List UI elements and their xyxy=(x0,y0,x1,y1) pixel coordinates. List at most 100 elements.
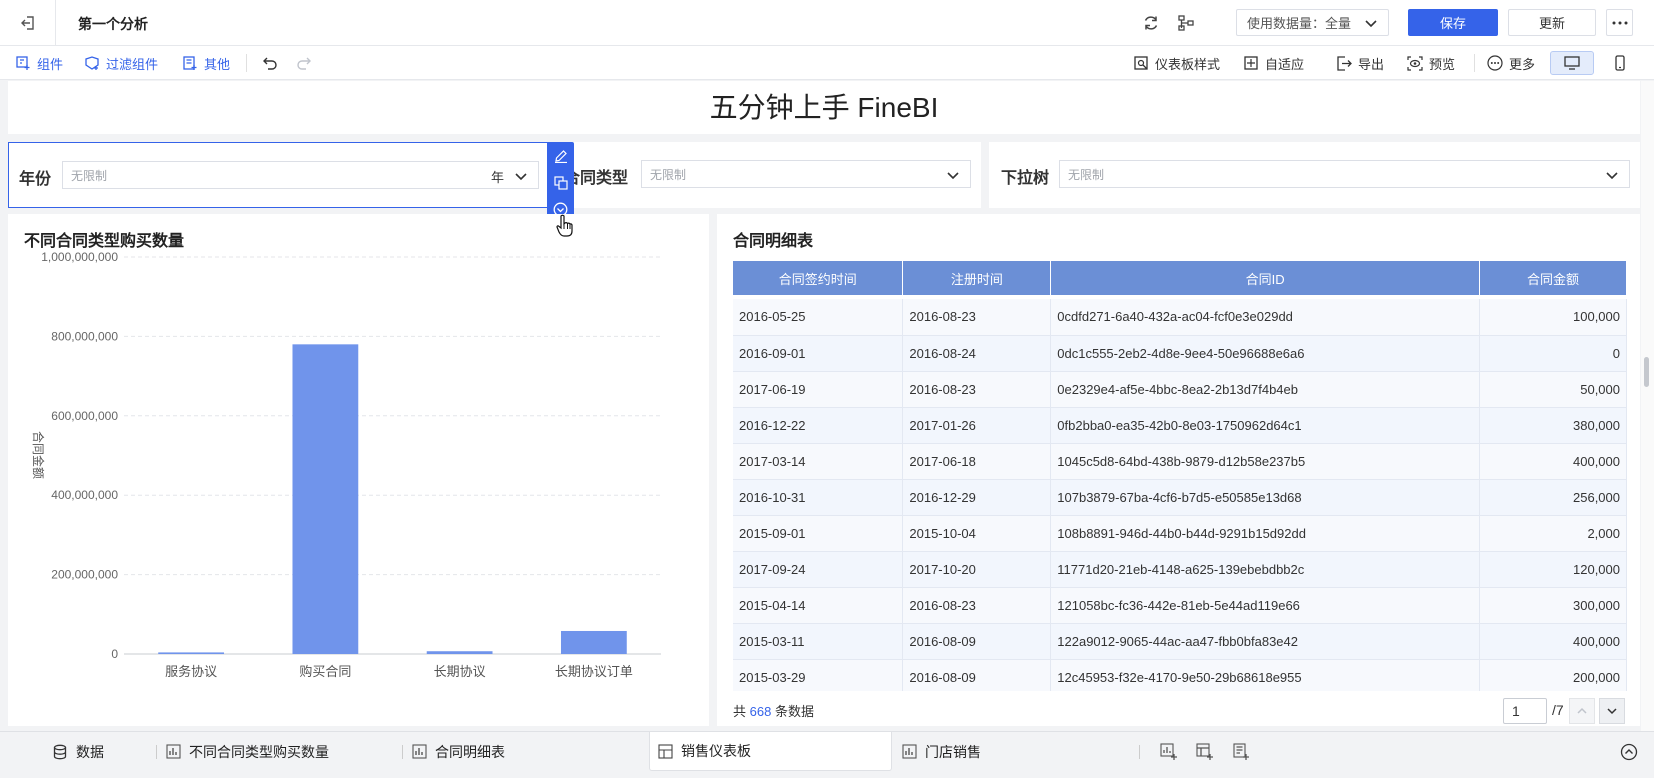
dashboard-style-label: 仪表板样式 xyxy=(1155,56,1221,72)
tab-bar-chart[interactable]: 不同合同类型购买数量 xyxy=(166,732,329,771)
undo-button[interactable] xyxy=(262,46,278,80)
add-chart-icon xyxy=(1160,742,1177,760)
table-row[interactable]: 2015-09-01 2015-10-04 108b8891-946d-44b0-b… xyxy=(733,515,1627,552)
dashboard-title-panel: 五分钟上手 FineBI xyxy=(8,81,1640,134)
column-header-contract-amount[interactable]: 合同金额 xyxy=(1479,261,1627,295)
cell-sign-date: 2016-09-01 xyxy=(733,335,904,372)
toolbar-divider xyxy=(246,54,247,72)
edit-component-button[interactable] xyxy=(551,146,570,165)
cell-register-date: 2016-08-23 xyxy=(902,299,1052,336)
table-row[interactable]: 2016-12-22 2017-01-26 0fb2bba0-ea35-42b0-8… xyxy=(733,407,1627,444)
more-options-button[interactable] xyxy=(1606,9,1633,36)
add-report-tab-button[interactable] xyxy=(1232,732,1250,771)
cell-register-date: 2017-01-26 xyxy=(902,407,1052,444)
add-other-button[interactable]: 其他 xyxy=(183,46,230,80)
component-label: 组件 xyxy=(37,56,64,72)
exit-button[interactable] xyxy=(0,0,56,46)
refresh-button[interactable] xyxy=(1140,12,1162,34)
adaptive-button[interactable]: 自适应 xyxy=(1244,46,1304,80)
cell-sign-date: 2015-09-01 xyxy=(733,515,904,552)
table-row[interactable]: 2016-10-31 2016-12-29 107b3879-67ba-4cf6-b… xyxy=(733,479,1627,516)
column-header-contract-id[interactable]: 合同ID xyxy=(1050,261,1481,295)
export-button[interactable]: 导出 xyxy=(1337,46,1384,80)
table-row[interactable]: 2015-03-11 2016-08-09 122a9012-9065-44ac-a… xyxy=(733,623,1627,660)
column-header-register-date[interactable]: 注册时间 xyxy=(902,261,1052,295)
cell-contract-amount: 200,000 xyxy=(1479,659,1627,691)
bar[interactable] xyxy=(292,344,359,654)
cell-contract-id: 1045c5d8-64bd-438b-9879-d12b58e237b5 xyxy=(1050,443,1481,480)
mobile-view-button[interactable] xyxy=(1608,51,1632,75)
cell-register-date: 2016-08-09 xyxy=(902,659,1052,691)
preview-button[interactable]: 预览 xyxy=(1407,46,1455,80)
contract-type-filter-input[interactable]: 无限制 xyxy=(641,160,971,188)
bar-chart-panel[interactable]: 不同合同类型购买数量 0 200,000,000 400,000,000 600,00… xyxy=(8,214,709,726)
cell-contract-id: 0dc1c555-2eb2-4d8e-9ee4-50e96688e6a6 xyxy=(1050,335,1481,372)
add-component-button[interactable]: 组件 xyxy=(16,46,63,80)
tab-store-sales[interactable]: 门店销售 xyxy=(902,732,981,771)
data-amount-label: 使用数据量：全量 xyxy=(1247,16,1352,31)
footer-prefix: 共 xyxy=(733,704,747,719)
table-row[interactable]: 2015-03-29 2016-08-09 12c45953-f32e-4170-9… xyxy=(733,659,1627,691)
cell-register-date: 2016-08-09 xyxy=(902,623,1052,660)
tab-contract-detail-label: 合同明细表 xyxy=(435,743,505,760)
bar[interactable] xyxy=(158,652,225,654)
scrollbar-thumb[interactable] xyxy=(1644,357,1649,387)
tab-contract-detail[interactable]: 合同明细表 xyxy=(412,732,505,771)
update-button[interactable]: 更新 xyxy=(1508,9,1596,36)
add-dashboard-tab-button[interactable] xyxy=(1196,732,1214,771)
table-row[interactable]: 2017-06-19 2016-08-23 0e2329e4-af5e-4bbc-8… xyxy=(733,371,1627,408)
year-filter-input[interactable]: 无限制 年 xyxy=(62,161,539,189)
table-body-scroll[interactable]: 2016-05-25 2016-08-23 0cdfd271-6a40-432a-a… xyxy=(733,299,1627,691)
next-page-button[interactable] xyxy=(1599,698,1625,724)
dashboard-style-button[interactable]: 仪表板样式 xyxy=(1134,46,1220,80)
save-button[interactable]: 保存 xyxy=(1408,9,1498,36)
dropdown-tree-filter-panel[interactable]: 下拉树 无限制 xyxy=(989,142,1640,208)
filter-component-icon xyxy=(85,55,99,70)
contract-detail-panel[interactable]: 合同明细表 合同签约时间 注册时间 合同ID 合同金额 2016-05-25 20… xyxy=(717,214,1640,726)
cell-contract-amount: 256,000 xyxy=(1479,479,1627,516)
table-footer: 共 668 条数据 xyxy=(733,701,814,720)
tab-bar-chart-label: 不同合同类型购买数量 xyxy=(189,743,329,760)
copy-component-button[interactable] xyxy=(551,173,570,192)
page-number-input[interactable]: 1 xyxy=(1503,698,1547,724)
tab-sales-dashboard[interactable]: 销售仪表板 xyxy=(649,732,892,771)
table-row[interactable]: 2016-05-25 2016-08-23 0cdfd271-6a40-432a-a… xyxy=(733,299,1627,336)
bar[interactable] xyxy=(560,630,627,654)
cell-sign-date: 2015-03-11 xyxy=(733,623,904,660)
cell-contract-amount: 300,000 xyxy=(1479,587,1627,624)
adaptive-label: 自适应 xyxy=(1265,56,1305,72)
collapse-tabs-button[interactable] xyxy=(1620,732,1638,771)
column-header-sign-date[interactable]: 合同签约时间 xyxy=(733,261,904,295)
tab-data[interactable]: 数据 xyxy=(52,732,104,771)
add-component-tab-button[interactable] xyxy=(1160,732,1178,771)
data-amount-select[interactable]: 使用数据量：全量 xyxy=(1236,9,1389,36)
year-filter-panel[interactable]: 年份 无限制 年 xyxy=(8,142,548,208)
contract-type-filter-panel[interactable]: 合同类型 无限制 xyxy=(556,142,981,208)
table-row[interactable]: 2017-09-24 2017-10-20 11771d20-21eb-4148-a… xyxy=(733,551,1627,588)
prev-page-button[interactable] xyxy=(1569,698,1595,724)
table-row[interactable]: 2017-03-14 2017-06-18 1045c5d8-64bd-438b-9… xyxy=(733,443,1627,480)
tab-divider xyxy=(402,745,403,759)
undo-icon xyxy=(263,57,277,70)
dropdown-tree-filter-input[interactable]: 无限制 xyxy=(1059,160,1630,188)
adaptive-icon xyxy=(1244,55,1258,70)
more-button[interactable]: 更多 xyxy=(1487,46,1535,80)
bar[interactable] xyxy=(426,651,493,654)
x-tick-label: 购买合同 xyxy=(299,664,351,679)
vertical-scrollbar[interactable] xyxy=(1641,81,1654,731)
preview-label: 预览 xyxy=(1429,56,1456,72)
table-row[interactable]: 2016-09-01 2016-08-24 0dc1c555-2eb2-4d8e-9… xyxy=(733,335,1627,372)
other-label: 其他 xyxy=(204,56,231,72)
more-label: 更多 xyxy=(1509,56,1536,72)
monitor-icon xyxy=(1564,56,1580,70)
total-pages: /7 xyxy=(1552,702,1564,718)
table-row[interactable]: 2015-04-14 2016-08-23 121058bc-fc36-442e-8… xyxy=(733,587,1627,624)
pc-view-button[interactable] xyxy=(1550,51,1594,75)
bottom-tab-bar: 数据 不同合同类型购买数量 合同明细表 销售仪表板 门店销售 xyxy=(0,731,1654,778)
add-filter-component-button[interactable]: 过滤组件 xyxy=(85,46,158,80)
redo-button[interactable] xyxy=(296,46,312,80)
redo-icon xyxy=(297,57,311,70)
lineage-button[interactable] xyxy=(1175,12,1197,34)
top-bar: 第一个分析 使用数据量：全量 保存 更新 xyxy=(0,0,1654,46)
cell-contract-id: 0e2329e4-af5e-4bbc-8ea2-2b13d7f4b4eb xyxy=(1050,371,1481,408)
